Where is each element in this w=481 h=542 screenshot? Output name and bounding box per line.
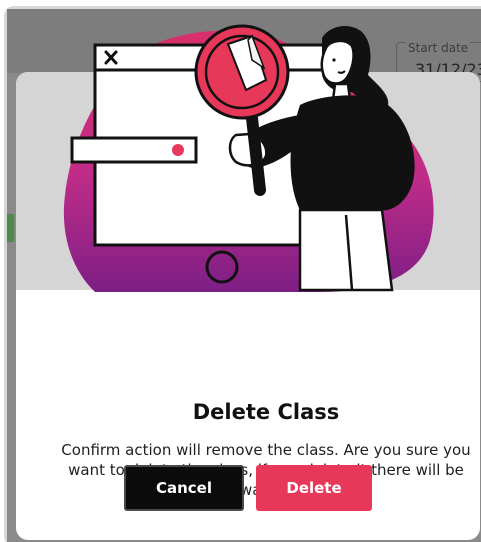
dialog-title: Delete Class [192, 400, 340, 424]
start-date-label: Start date [406, 41, 471, 55]
cancel-button[interactable]: Cancel [124, 465, 244, 511]
delete-class-dialog: Delete Class Confirm action will remove … [16, 72, 480, 540]
screen: Start date 31/12/23 Delete Class Confirm… [0, 0, 481, 542]
dialog-hero [16, 72, 480, 290]
background-green-strip [7, 214, 14, 242]
delete-button[interactable]: Delete [256, 465, 372, 511]
